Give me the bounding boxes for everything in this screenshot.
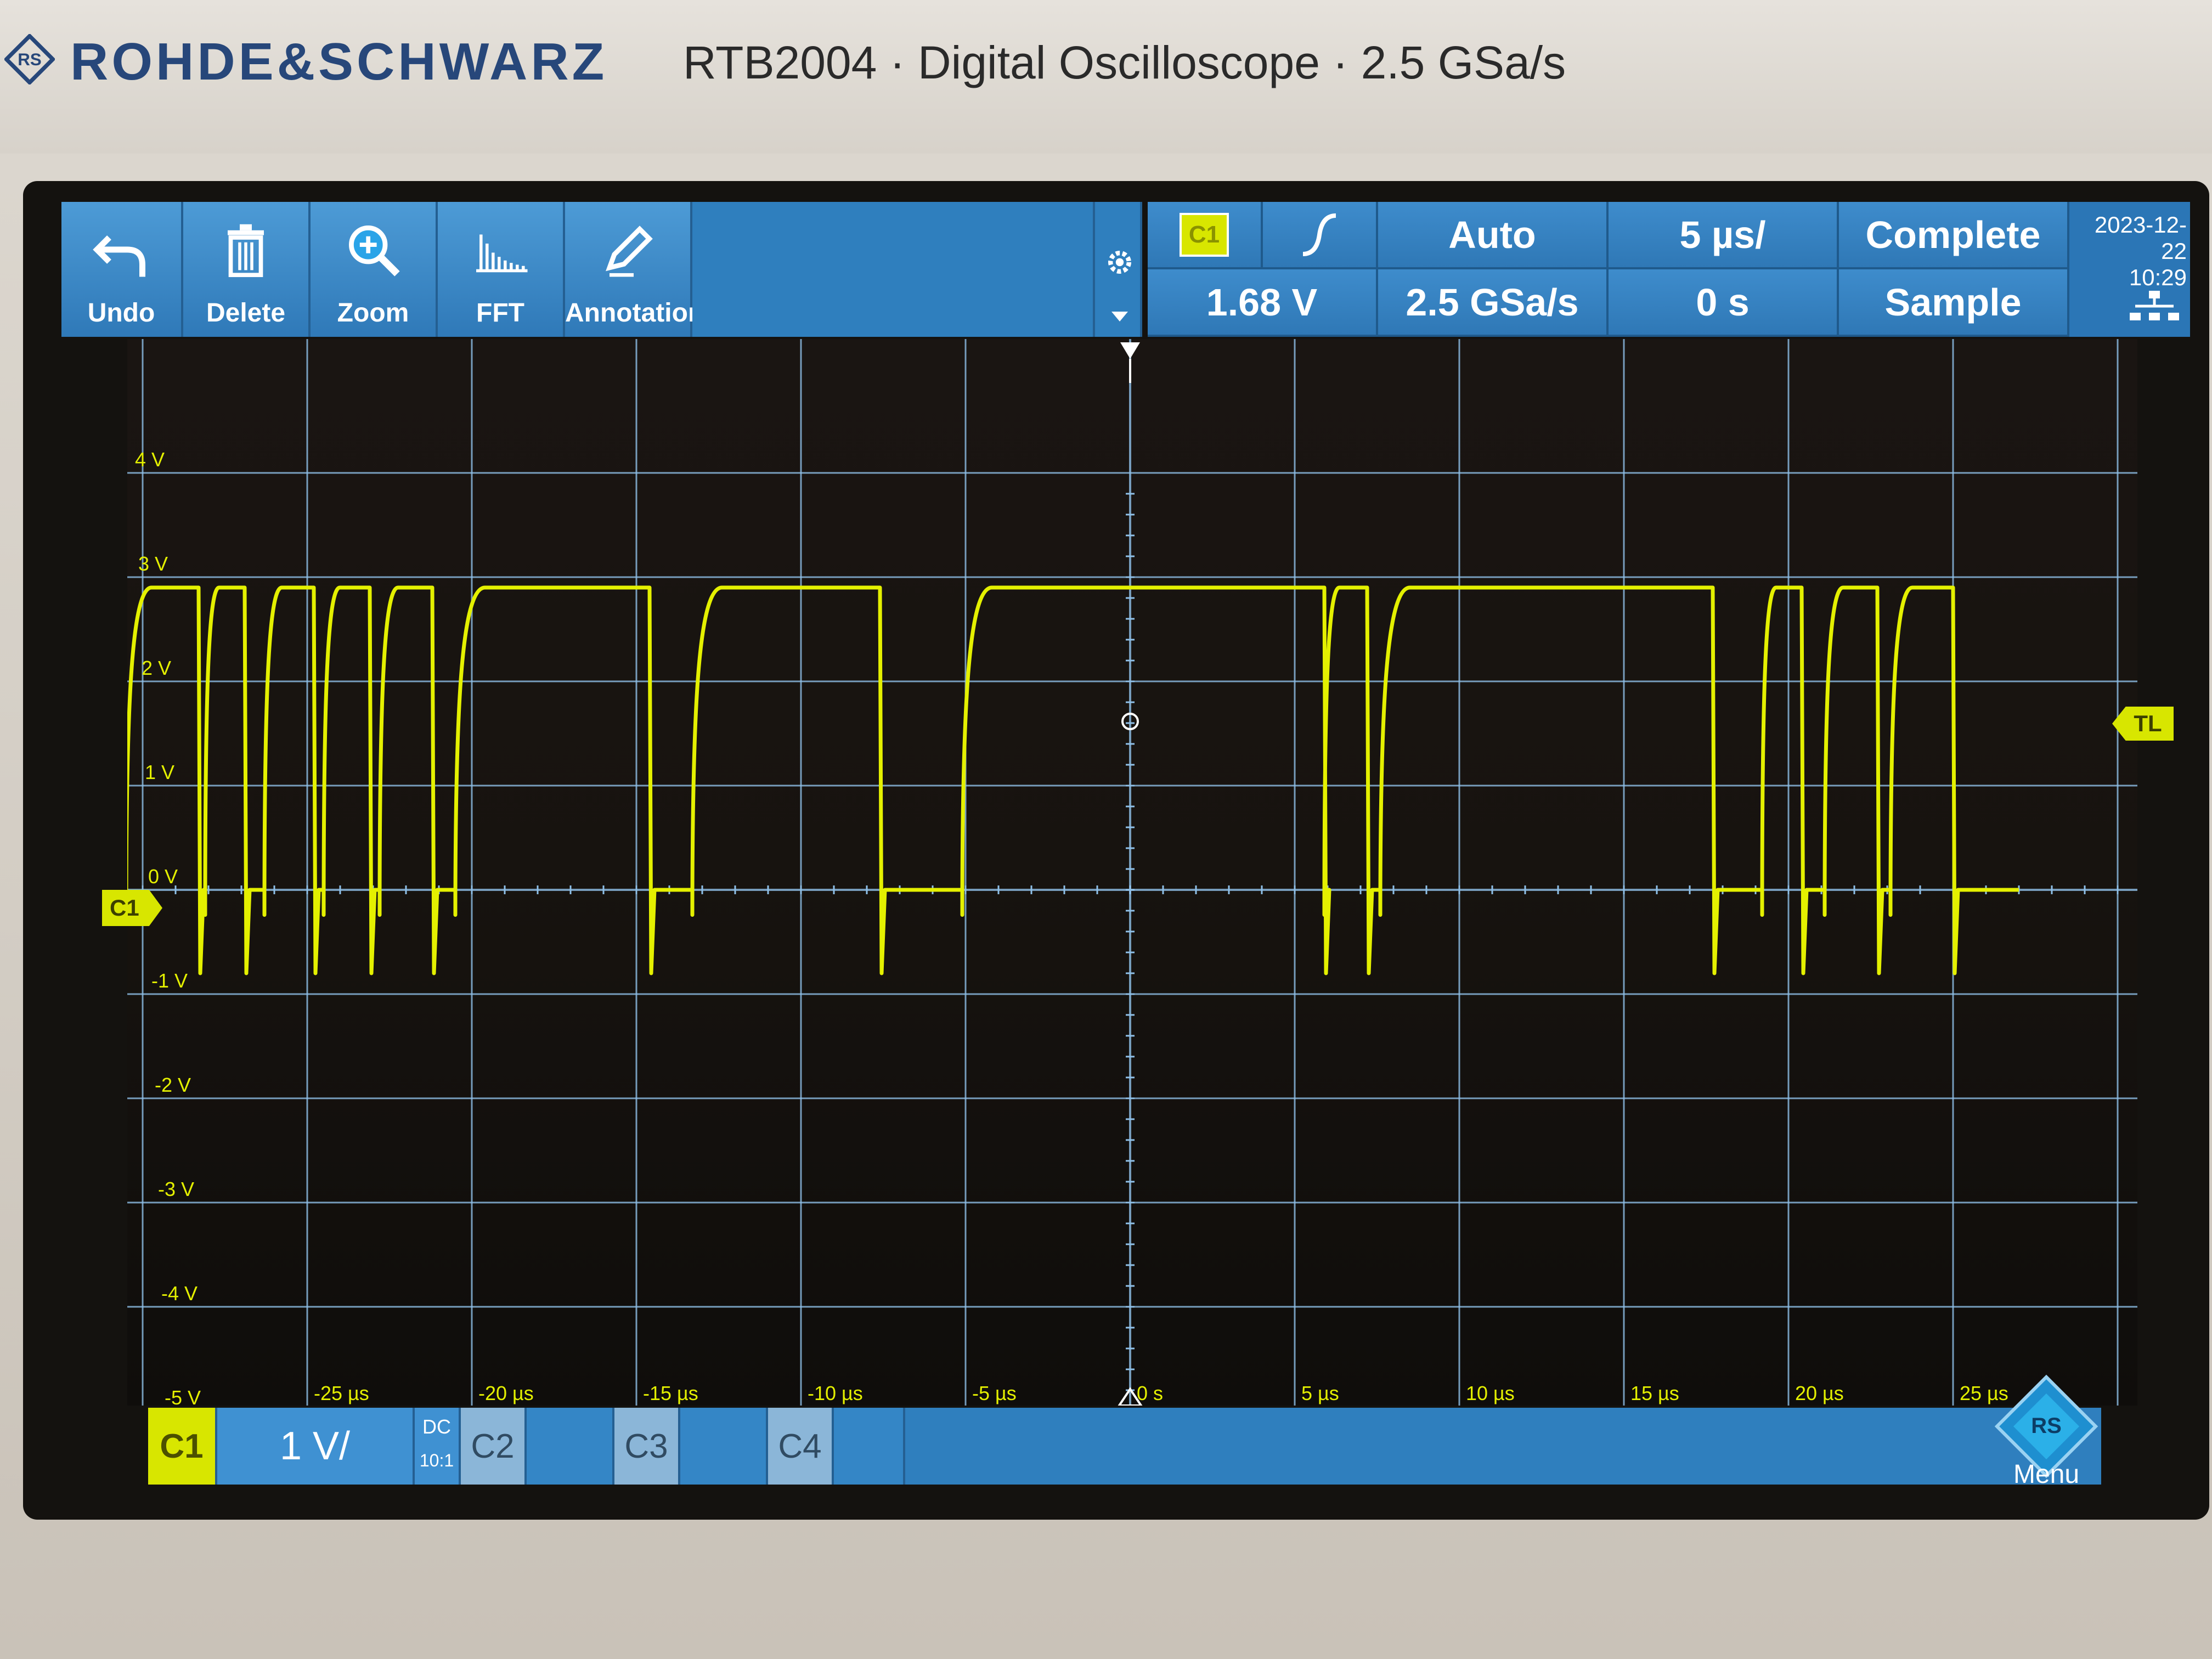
model-line: RTB2004 · Digital Oscilloscope · 2.5 GSa… bbox=[683, 37, 1566, 88]
volt-label: -3 V bbox=[158, 1178, 194, 1200]
brand-bar: RS ROHDE&SCHWARZ RTB2004 · Digital Oscil… bbox=[0, 0, 2212, 154]
time-label: 5 µs bbox=[1301, 1382, 1339, 1404]
trigger-source-cell[interactable]: C1 bbox=[1148, 202, 1263, 269]
volt-label: -5 V bbox=[165, 1386, 201, 1406]
time-label: 0 s bbox=[1137, 1382, 1163, 1404]
network-icon bbox=[2130, 291, 2179, 320]
waveform-svg[interactable]: 4 V 3 V 2 V 1 V 0 V -1 V -2 V -3 V -4 V -5 V -25 … bbox=[124, 339, 2137, 1412]
screen-background bbox=[127, 339, 2137, 1406]
date-text: 2023-12-22 bbox=[2094, 212, 2187, 264]
datetime-panel: 2023-12-22 10:29 bbox=[2069, 202, 2190, 337]
top-toolbar: Undo Delete Zoom FFT Annotation C1 1.68 … bbox=[61, 202, 2190, 337]
ch1-scale[interactable]: 1 V/ bbox=[217, 1408, 415, 1485]
ch1-marker-label: C1 bbox=[110, 895, 139, 921]
annotation-button[interactable]: Annotation bbox=[565, 202, 704, 337]
time-label: -20 µs bbox=[478, 1382, 534, 1404]
svg-text:RS: RS bbox=[18, 50, 41, 69]
time-label: -5 µs bbox=[972, 1382, 1017, 1404]
fft-label: FFT bbox=[476, 298, 524, 328]
rs-logo-icon: RS bbox=[4, 34, 55, 84]
channel-bar: C1 1 V/ DC 10:1 C2 C3 C4 bbox=[148, 1408, 2101, 1485]
fft-icon bbox=[476, 234, 528, 273]
timebase[interactable]: 5 µs/ bbox=[1609, 202, 1839, 269]
acquisition-status[interactable]: Complete bbox=[1839, 202, 2069, 269]
chevron-down-icon bbox=[1111, 312, 1128, 321]
annotation-label: Annotation bbox=[565, 298, 704, 328]
trigger-level[interactable]: 1.68 V bbox=[1148, 269, 1378, 337]
ch1-coupling-panel[interactable]: DC 10:1 bbox=[415, 1408, 461, 1485]
ch1-probe-ratio: 10:1 bbox=[419, 1451, 454, 1470]
trigger-source-badge: C1 bbox=[1180, 212, 1229, 257]
volt-label: -4 V bbox=[161, 1282, 198, 1305]
delete-label: Delete bbox=[206, 298, 286, 328]
time-label: -25 µs bbox=[314, 1382, 369, 1404]
rising-edge-icon bbox=[1302, 213, 1336, 256]
ch1-coupling: DC bbox=[422, 1415, 451, 1438]
time-label: -10 µs bbox=[808, 1382, 863, 1404]
trash-icon bbox=[228, 224, 264, 278]
settings-button[interactable] bbox=[1093, 202, 1142, 337]
volt-label: 4 V bbox=[135, 448, 165, 471]
trigger-offset[interactable]: 0 s bbox=[1609, 269, 1839, 337]
undo-icon bbox=[93, 235, 145, 277]
volt-label: -2 V bbox=[155, 1074, 191, 1096]
trigger-slope-cell[interactable] bbox=[1263, 202, 1378, 269]
undo-label: Undo bbox=[87, 298, 155, 328]
delete-button[interactable]: Delete bbox=[183, 202, 311, 337]
fft-button[interactable]: FFT bbox=[438, 202, 565, 337]
ch4-button[interactable]: C4 bbox=[768, 1408, 834, 1485]
undo-button[interactable]: Undo bbox=[61, 202, 183, 337]
trigger-mode[interactable]: Auto bbox=[1378, 202, 1609, 269]
gear-icon bbox=[1108, 251, 1131, 274]
volt-label: -1 V bbox=[151, 969, 188, 992]
acquisition-mode[interactable]: Sample bbox=[1839, 269, 2069, 337]
ch2-button[interactable]: C2 bbox=[461, 1408, 527, 1485]
time-text: 10:29 bbox=[2129, 264, 2187, 290]
time-label: -15 µs bbox=[643, 1382, 698, 1404]
ch4-info[interactable] bbox=[834, 1408, 905, 1485]
pencil-icon bbox=[606, 225, 653, 277]
ch1-button[interactable]: C1 bbox=[148, 1408, 217, 1485]
trigger-level-marker-label: TL bbox=[2134, 710, 2162, 736]
ch3-button[interactable]: C3 bbox=[614, 1408, 680, 1485]
menu-label: Menu bbox=[2013, 1460, 2080, 1489]
toolbar-empty-area bbox=[692, 202, 1093, 337]
volt-label: 3 V bbox=[138, 552, 168, 575]
volt-label: 2 V bbox=[142, 657, 171, 679]
zoom-label: Zoom bbox=[337, 298, 409, 328]
sample-rate[interactable]: 2.5 GSa/s bbox=[1378, 269, 1609, 337]
time-label: 20 µs bbox=[1795, 1382, 1844, 1404]
brand-name: ROHDE&SCHWARZ bbox=[70, 32, 608, 91]
zoom-button[interactable]: Zoom bbox=[311, 202, 438, 337]
volt-label: 0 V bbox=[148, 865, 178, 888]
svg-text:RS: RS bbox=[2031, 1414, 2062, 1438]
ch2-info[interactable] bbox=[527, 1408, 614, 1485]
time-label: 10 µs bbox=[1466, 1382, 1515, 1404]
volt-label: 1 V bbox=[145, 761, 174, 783]
waveform-display[interactable]: 4 V 3 V 2 V 1 V 0 V -1 V -2 V -3 V -4 V -5 V -25 … bbox=[102, 339, 2174, 1412]
zoom-icon bbox=[349, 225, 400, 276]
ch3-info[interactable] bbox=[680, 1408, 768, 1485]
time-label: 15 µs bbox=[1630, 1382, 1679, 1404]
